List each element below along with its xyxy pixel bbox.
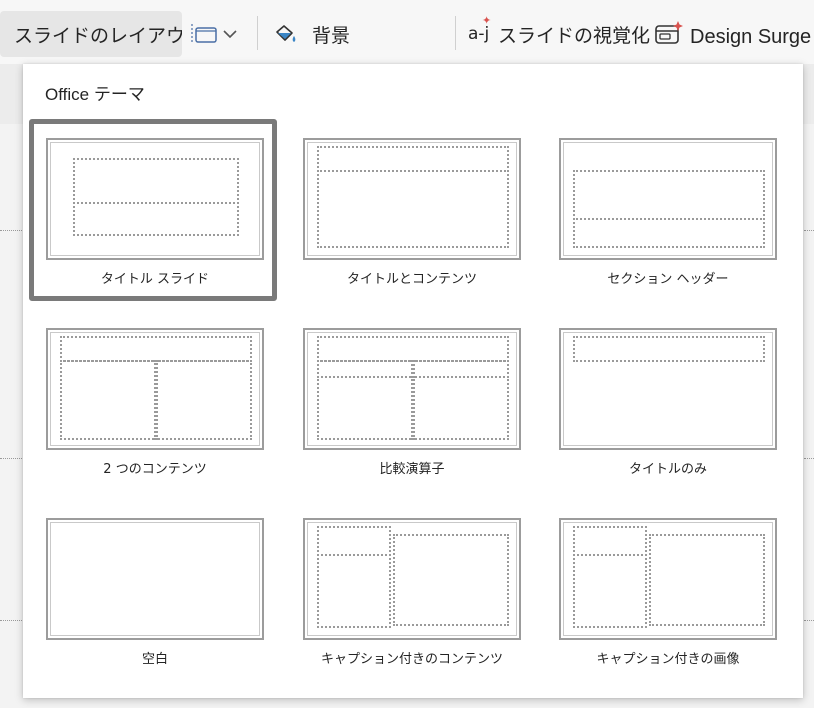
layout-thumbnail: [46, 518, 264, 640]
visualize-icon: a-j ✦: [468, 14, 492, 44]
chevron-down-icon: [223, 30, 237, 39]
caption-text-placeholder: [317, 554, 391, 628]
layout-label: 2 つのコンテンツ: [103, 462, 207, 477]
layout-label: キャプション付きの画像: [596, 652, 740, 667]
background-button[interactable]: 背景: [272, 14, 350, 54]
layout-thumbnail: [559, 518, 777, 640]
layout-thumbnail: [303, 518, 521, 640]
slide-layout-label: スライドのレイアウト: [14, 24, 182, 47]
right-content-placeholder: [411, 376, 509, 440]
background-guide: [0, 230, 22, 231]
slide-layout-button[interactable]: スライドのレイアウト: [0, 11, 182, 57]
layout-label: タイトルのみ: [628, 462, 707, 477]
design-surge-button[interactable]: Design Surge: [654, 14, 811, 54]
right-content-placeholder: [154, 360, 252, 440]
layout-thumbnail: [303, 328, 521, 450]
paint-bucket-icon: [276, 25, 296, 42]
left-content-placeholder: [60, 360, 158, 440]
layout-label: 比較演算子: [379, 462, 445, 477]
visualize-label: スライドの視覚化: [498, 24, 651, 47]
toolbar-divider: [257, 16, 258, 50]
title-placeholder: [73, 158, 239, 204]
layout-content-with-caption[interactable]: キャプション付きのコンテンツ: [303, 518, 521, 668]
design-surge-icon: [655, 21, 683, 44]
layout-section-header[interactable]: セクション ヘッダー: [559, 138, 777, 288]
panel-title: Office テーマ: [45, 85, 145, 104]
background-guide: [804, 230, 814, 231]
caption-title-placeholder: [317, 526, 391, 556]
title-placeholder: [573, 336, 765, 362]
background-guide: [804, 458, 814, 459]
ribbon-toolbar: スライドのレイアウト 背景 a-j ✦ スライドの視覚化 Design Surg…: [0, 0, 814, 64]
layout-thumbnail: [303, 138, 521, 260]
layout-picture-with-caption[interactable]: キャプション付きの画像: [559, 518, 777, 668]
picture-placeholder: [649, 534, 765, 626]
layout-label: タイトルとコンテンツ: [346, 272, 477, 287]
caption-text-placeholder: [573, 554, 647, 628]
title-placeholder: [60, 336, 252, 362]
layout-comparison[interactable]: 比較演算子: [303, 328, 521, 478]
layout-label: キャプション付きのコンテンツ: [320, 652, 503, 667]
background-guide: [804, 620, 814, 621]
title-placeholder: [317, 146, 509, 172]
layout-two-content[interactable]: 2 つのコンテンツ: [46, 328, 264, 478]
title-placeholder: [317, 336, 509, 362]
layout-blank[interactable]: 空白: [46, 518, 264, 668]
content-placeholder: [317, 170, 509, 248]
layout-thumbnail: [559, 138, 777, 260]
layout-gallery-panel: Office テーマ タイトル スライド タイトルとコンテンツ セクション ヘッ…: [23, 64, 803, 698]
subtitle-placeholder: [73, 202, 239, 236]
content-placeholder: [393, 534, 509, 626]
layout-resize-icon: [191, 24, 237, 44]
layout-title-slide[interactable]: タイトル スライド: [29, 119, 277, 301]
visualize-slide-button[interactable]: a-j ✦ スライドの視覚化: [468, 14, 650, 54]
toolbar-divider: [455, 16, 456, 50]
layout-thumbnail: [559, 328, 777, 450]
layout-thumbnail: [46, 328, 264, 450]
layout-label: 空白: [141, 652, 168, 667]
background-guide: [0, 458, 22, 459]
text-placeholder: [573, 218, 765, 248]
layout-title-only[interactable]: タイトルのみ: [559, 328, 777, 478]
layout-label: セクション ヘッダー: [607, 272, 729, 287]
layout-thumbnail: [46, 138, 264, 260]
title-placeholder: [573, 170, 765, 220]
sparkle-icon: ✦: [482, 14, 492, 27]
layout-title-and-content[interactable]: タイトルとコンテンツ: [303, 138, 521, 288]
background-label: 背景: [312, 24, 351, 47]
caption-title-placeholder: [573, 526, 647, 556]
design-surge-label: Design Surge: [690, 25, 812, 48]
layout-label: タイトル スライド: [100, 272, 210, 287]
background-guide: [0, 620, 22, 621]
left-content-placeholder: [317, 376, 415, 440]
